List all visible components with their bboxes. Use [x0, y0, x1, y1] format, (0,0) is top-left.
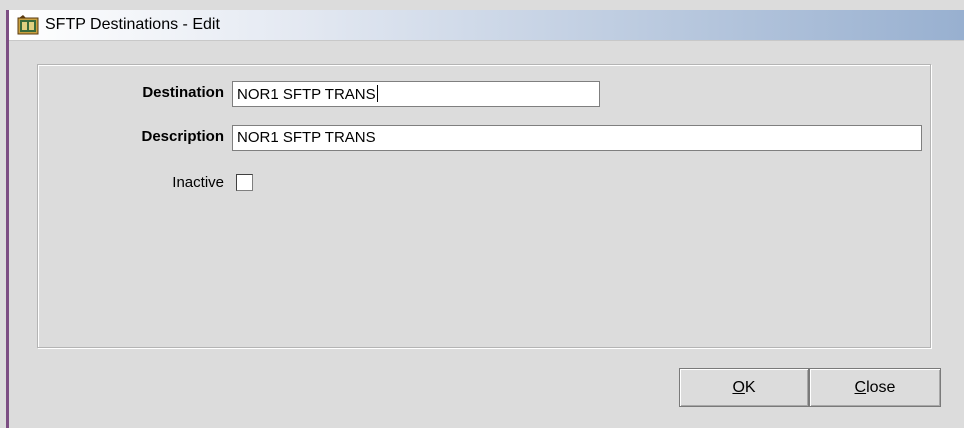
ok-button-label: K — [744, 379, 756, 396]
destination-input[interactable]: NOR1 SFTP TRANS — [232, 81, 600, 107]
window-title: SFTP Destinations - Edit — [45, 16, 220, 33]
destination-value: NOR1 SFTP TRANS — [237, 86, 376, 103]
application-icon — [17, 15, 39, 35]
inactive-checkbox[interactable] — [236, 174, 253, 191]
window-left-edge — [6, 10, 9, 428]
ok-button-mnemonic: O — [732, 379, 745, 396]
description-label: Description — [141, 128, 224, 145]
description-input[interactable]: NOR1 SFTP TRANS — [232, 125, 922, 151]
destination-label: Destination — [142, 84, 224, 101]
close-button-mnemonic: C — [854, 379, 867, 396]
title-bar[interactable]: SFTP Destinations - Edit — [9, 10, 964, 41]
inactive-label: Inactive — [172, 174, 224, 191]
text-caret — [376, 85, 378, 102]
sftp-destinations-edit-window: SFTP Destinations - Edit Destination NOR… — [0, 0, 964, 428]
close-button-label: lose — [866, 379, 896, 396]
close-button[interactable]: Close — [809, 368, 941, 407]
description-value: NOR1 SFTP TRANS — [237, 129, 376, 146]
ok-button[interactable]: OK — [679, 368, 809, 407]
